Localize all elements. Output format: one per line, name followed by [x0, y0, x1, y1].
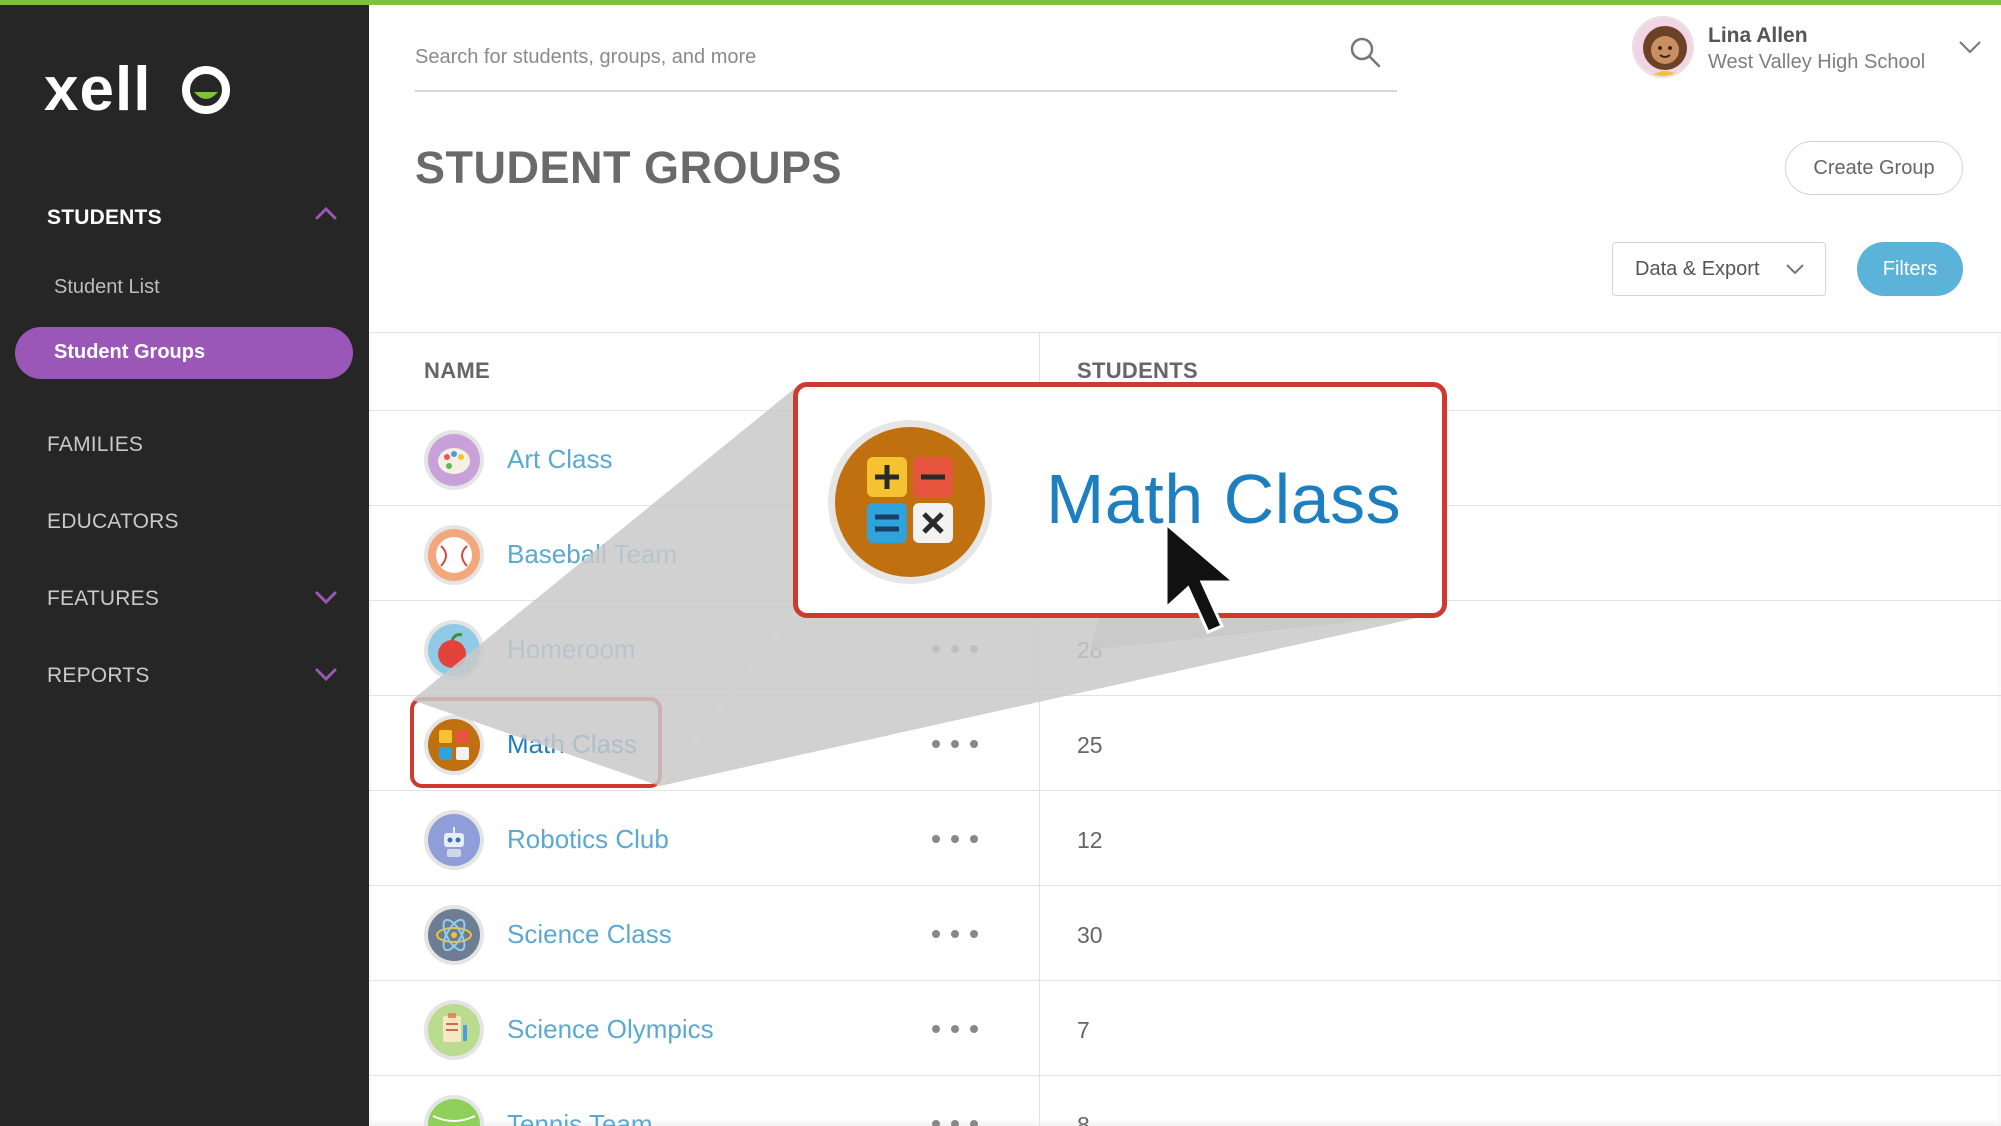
top-accent-bar	[0, 0, 2001, 5]
student-count: 25	[1077, 732, 1103, 758]
nav-student-list[interactable]: Student List	[54, 276, 160, 299]
user-menu[interactable]: Lina Allen West Valley High School	[1632, 16, 1982, 82]
chevron-down-icon	[1786, 264, 1804, 275]
filters-button[interactable]: Filters	[1857, 242, 1963, 296]
student-count: 28	[1077, 637, 1103, 663]
palette-icon	[424, 430, 484, 490]
student-count: 12	[1077, 827, 1103, 853]
nav-families[interactable]: FAMILIES	[47, 433, 143, 457]
sidebar: xell STUDENTS Student List Student Group…	[0, 0, 369, 1126]
chevron-down-icon[interactable]	[1958, 40, 1982, 54]
group-name-link[interactable]: Homeroom	[507, 634, 636, 665]
svg-text:xell: xell	[44, 55, 151, 122]
nav-features[interactable]: FEATURES	[47, 587, 159, 611]
avatar[interactable]	[1632, 16, 1694, 78]
table-row[interactable]: Science Class 30	[369, 886, 2001, 981]
student-count: 7	[1077, 1017, 1090, 1043]
more-options-icon[interactable]	[931, 1119, 979, 1126]
user-name: Lina Allen	[1708, 24, 1808, 47]
atom-icon	[424, 905, 484, 965]
student-count: 8	[1077, 1112, 1090, 1126]
apple-icon	[424, 620, 484, 680]
more-options-icon[interactable]	[931, 739, 979, 749]
xello-logo[interactable]: xell	[44, 52, 234, 122]
nav-students[interactable]: STUDENTS	[47, 206, 162, 230]
clipboard-icon	[424, 1000, 484, 1060]
group-name-link[interactable]: Science Class	[507, 919, 672, 950]
group-name-link[interactable]: Art Class	[507, 444, 612, 475]
nav-student-groups[interactable]: Student Groups	[15, 327, 353, 379]
chevron-down-icon[interactable]	[315, 590, 337, 604]
more-options-icon[interactable]	[931, 1024, 979, 1034]
highlight-frame	[410, 697, 662, 788]
student-count: 30	[1077, 922, 1103, 948]
group-name-link[interactable]: Robotics Club	[507, 824, 669, 855]
search-input[interactable]	[415, 40, 1315, 74]
page-title: STUDENT GROUPS	[415, 142, 843, 193]
column-header-name[interactable]: NAME	[424, 358, 490, 384]
data-export-button[interactable]: Data & Export	[1612, 242, 1826, 296]
table-row[interactable]: Robotics Club 12	[369, 791, 2001, 886]
zoom-callout: Math Class	[793, 382, 1447, 618]
nav-student-groups-label: Student Groups	[54, 341, 206, 363]
baseball-icon	[424, 525, 484, 585]
table-row[interactable]: Science Olympics 7	[369, 981, 2001, 1076]
nav-educators[interactable]: EDUCATORS	[47, 510, 179, 534]
search-bar	[415, 30, 1397, 92]
more-options-icon[interactable]	[931, 834, 979, 844]
table-row[interactable]: Tennis Team 8	[369, 1076, 2001, 1126]
search-icon[interactable]	[1349, 36, 1381, 68]
data-export-label: Data & Export	[1635, 257, 1760, 280]
group-name-link[interactable]: Science Olympics	[507, 1014, 714, 1045]
column-header-students[interactable]: STUDENTS	[1077, 358, 1198, 384]
nav-reports[interactable]: REPORTS	[47, 664, 150, 688]
user-school: West Valley High School	[1708, 51, 1926, 73]
more-options-icon[interactable]	[931, 644, 979, 654]
chevron-up-icon[interactable]	[315, 206, 337, 220]
group-name-link[interactable]: Tennis Team	[507, 1109, 653, 1126]
create-group-button[interactable]: Create Group	[1785, 141, 1963, 195]
mouse-pointer-icon	[1164, 520, 1239, 634]
group-name-link[interactable]: Baseball Team	[507, 539, 677, 570]
more-options-icon[interactable]	[931, 929, 979, 939]
tennis-ball-icon	[424, 1095, 484, 1126]
calculator-icon	[828, 420, 992, 584]
chevron-down-icon[interactable]	[315, 667, 337, 681]
robot-icon	[424, 810, 484, 870]
